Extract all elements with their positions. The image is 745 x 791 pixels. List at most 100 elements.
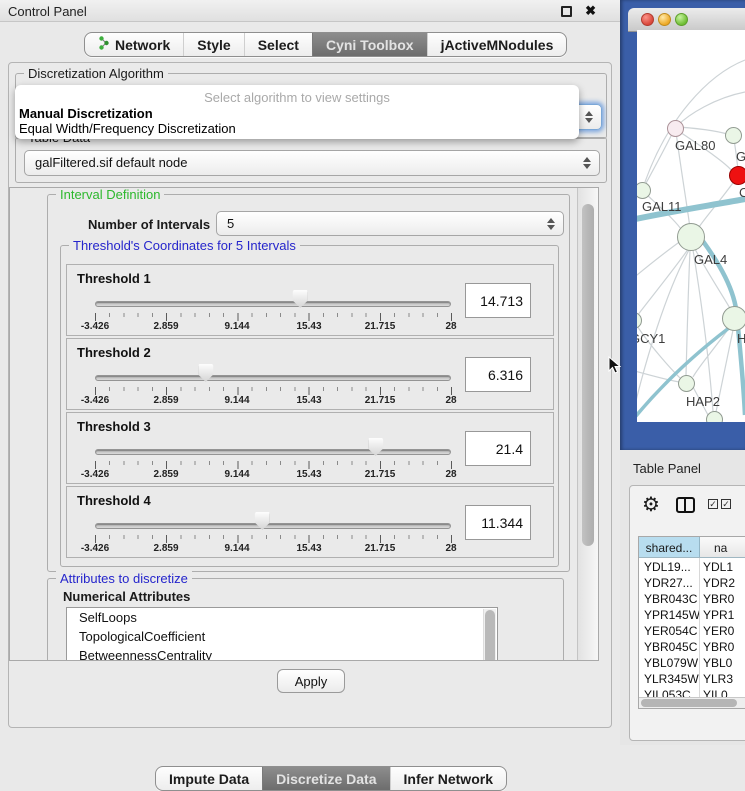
network-canvas[interactable]: GAL80 G C GAL11 GAL4 GCY1 H HAP2 [637,30,745,422]
cell[interactable]: YDL1 [700,558,745,574]
cell[interactable]: YLR3 [700,670,745,686]
minimize-traffic-light-icon[interactable] [658,13,671,26]
cell[interactable]: YER054C [639,622,700,638]
tab-label: jActiveMNodules [441,37,554,53]
group-title: Interval Definition [56,187,164,202]
tick-label: 15.43 [296,395,321,406]
cell[interactable]: YDR2 [700,574,745,590]
cell[interactable]: YPR1 [700,606,745,622]
combo-value: galFiltered.sif default node [35,155,187,170]
close-traffic-light-icon[interactable] [641,13,654,26]
node-selected-red[interactable] [729,166,745,185]
network-window-titlebar[interactable] [628,8,745,32]
tab-jactivemnodules[interactable]: jActiveMNodules [427,33,567,56]
column-header-shared-name[interactable]: shared... [639,537,700,557]
node-label-partial-c: C [739,185,745,200]
slider-thumb-icon[interactable] [255,512,270,530]
table-row[interactable]: YER054CYER0 [639,622,745,638]
tick-label: 28 [445,543,456,554]
cell[interactable]: YBL079W [639,654,700,670]
gear-icon[interactable]: ⚙ [642,492,660,517]
cell[interactable]: YBR043C [639,590,700,606]
table-horizontal-scrollbar[interactable] [639,697,745,708]
node-top-right[interactable] [725,127,742,144]
slider-thumb-icon[interactable] [198,364,213,382]
scrollbar-thumb[interactable] [485,610,495,661]
slider-major-ticks [95,387,452,395]
slider-major-ticks [95,535,452,543]
node-right[interactable] [722,306,745,331]
table-data-combobox[interactable]: galFiltered.sif default node [24,150,600,176]
tab-style[interactable]: Style [183,33,243,56]
threshold-2-value-field[interactable]: 6.316 [465,357,531,392]
window-title: Control Panel [8,4,87,19]
settings-scrollpane: Interval Definition Number of Intervals … [9,187,599,661]
cell[interactable]: YBL0 [700,654,745,670]
threshold-1-panel: Threshold 1 -3.426 2.859 9.144 15.43 21.… [66,264,554,336]
scrollbar-thumb[interactable] [582,204,594,546]
numerical-attributes-label: Numerical Attributes [63,589,190,604]
table-row[interactable]: YDL19...YDL1 [639,558,745,574]
node-bottom-partial[interactable] [706,411,723,422]
tick-label: 2.859 [153,469,178,480]
popup-option-equal-width-frequency[interactable]: Equal Width/Frequency Discretization [19,121,236,136]
cell[interactable]: YPR145W [639,606,700,622]
threshold-2-slider[interactable] [95,375,451,381]
slider-thumb-icon[interactable] [293,290,308,308]
list-item[interactable]: TopologicalCoefficient [67,627,497,646]
tab-select[interactable]: Select [244,33,312,56]
tick-label: 21.715 [365,469,396,480]
threshold-1-slider[interactable] [95,301,451,307]
slider-major-ticks [95,313,452,321]
cell[interactable]: YDL19... [639,558,700,574]
numerical-attributes-list: SelfLoops TopologicalCoefficient Between… [66,607,498,661]
scrollbar-thumb[interactable] [641,699,737,707]
threshold-3-slider[interactable] [95,449,451,455]
table-row[interactable]: YLR345WYLR3 [639,670,745,686]
tab-network[interactable]: Network [85,33,183,56]
tab-cyni-toolbox[interactable]: Cyni Toolbox [312,33,427,56]
checkbox-icon[interactable]: ✓ [708,499,718,509]
column-header-name[interactable]: na [700,537,745,557]
threshold-4-slider[interactable] [95,523,451,529]
cell[interactable]: YDR27... [639,574,700,590]
popup-option-manual-discretization[interactable]: Manual Discretization [19,106,153,121]
node-label-hap2: HAP2 [686,394,720,409]
cell[interactable]: YBR045C [639,638,700,654]
table-row[interactable]: YPR145WYPR1 [639,606,745,622]
threshold-3-value-field[interactable]: 21.4 [465,431,531,466]
control-panel-window: Control Panel ✖ Network Style Select Cyn… [0,0,620,745]
table-row[interactable]: YBR045CYBR0 [639,638,745,654]
table-row[interactable]: YDR27...YDR2 [639,574,745,590]
threshold-1-value-field[interactable]: 14.713 [465,283,531,318]
tab-impute-data[interactable]: Impute Data [156,767,262,790]
popup-hint-item: Select algorithm to view settings [15,90,579,105]
list-vertical-scrollbar[interactable] [483,609,496,661]
node-gal4[interactable] [677,223,705,251]
threshold-4-value-field[interactable]: 11.344 [465,505,531,540]
float-window-icon[interactable] [561,6,572,17]
list-item[interactable]: BetweennessCentrality [67,646,497,661]
slider-thumb-icon[interactable] [368,438,383,456]
cell[interactable]: YBR0 [700,590,745,606]
apply-button[interactable]: Apply [277,669,345,693]
cell[interactable]: YER0 [700,622,745,638]
tab-infer-network[interactable]: Infer Network [390,767,506,790]
table-row[interactable]: YBL079WYBL0 [639,654,745,670]
cell[interactable]: YBR0 [700,638,745,654]
checkbox-icon[interactable]: ✓ [721,499,731,509]
zoom-traffic-light-icon[interactable] [675,13,688,26]
split-view-icon[interactable] [676,497,695,513]
table-row[interactable]: YBR043CYBR0 [639,590,745,606]
panel-vertical-scrollbar[interactable] [577,188,598,660]
node-hap2[interactable] [678,375,695,392]
tick-label: 9.144 [224,395,249,406]
list-item[interactable]: SelfLoops [67,608,497,627]
close-icon[interactable]: ✖ [585,3,596,19]
tick-label: 9.144 [224,469,249,480]
tick-label: 21.715 [365,395,396,406]
node-gal80[interactable] [667,120,684,137]
tab-discretize-data[interactable]: Discretize Data [262,767,389,790]
cell[interactable]: YLR345W [639,670,700,686]
number-of-intervals-combobox[interactable]: 5 [216,211,564,236]
